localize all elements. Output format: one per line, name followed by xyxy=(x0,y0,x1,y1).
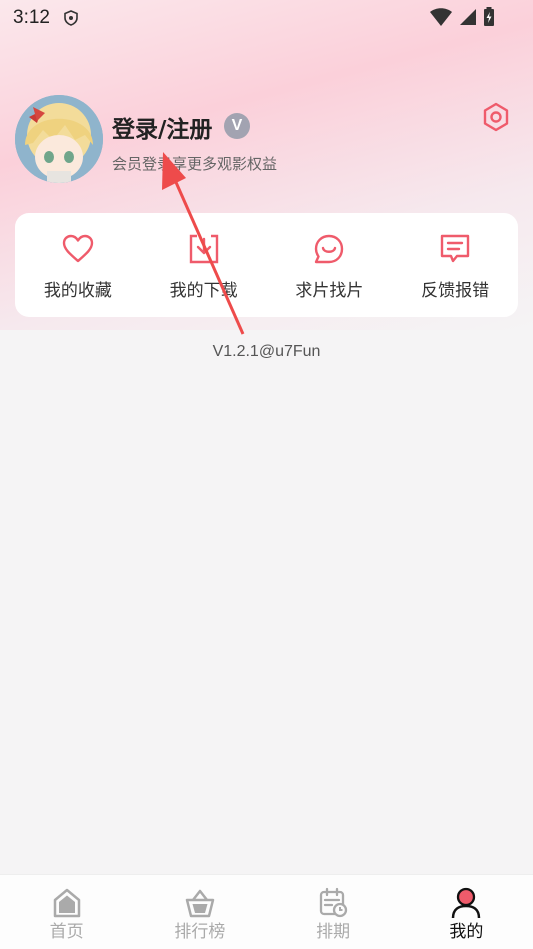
nav-home-label: 首页 xyxy=(49,922,84,942)
status-bar: 3:12 xyxy=(0,0,533,36)
bottom-nav: 首页 排行榜 排期 我的 xyxy=(0,874,533,949)
smile-chat-icon xyxy=(315,234,344,264)
status-icons xyxy=(429,7,495,27)
nav-home[interactable]: 首页 xyxy=(0,875,133,949)
avatar[interactable] xyxy=(15,95,103,183)
favorites-label: 我的收藏 xyxy=(43,281,112,301)
nav-ranking-label: 排行榜 xyxy=(174,922,226,942)
request-movie-button[interactable]: 求片找片 xyxy=(267,213,393,317)
version-text: V1.2.1@u7Fun xyxy=(212,343,321,360)
nav-schedule-label: 排期 xyxy=(316,922,351,942)
feedback-icon xyxy=(440,234,470,263)
favorites-button[interactable]: 我的收藏 xyxy=(15,213,141,317)
signal-icon xyxy=(460,9,476,25)
feedback-button[interactable]: 反馈报错 xyxy=(392,213,518,317)
battery-icon xyxy=(484,7,494,26)
vip-badge: V xyxy=(224,113,250,139)
nav-ranking[interactable]: 排行榜 xyxy=(133,875,266,949)
login-subtitle: 会员登录享更多观影权益 xyxy=(112,155,278,173)
downloads-label: 我的下载 xyxy=(169,281,238,301)
calendar-icon xyxy=(319,887,348,918)
feedback-label: 反馈报错 xyxy=(421,281,490,301)
profile-header[interactable]: 登录/注册 V 会员登录享更多观影权益 xyxy=(0,90,533,190)
request-movie-label: 求片找片 xyxy=(295,281,364,301)
nav-schedule[interactable]: 排期 xyxy=(267,875,400,949)
wifi-icon xyxy=(430,8,452,26)
heart-icon xyxy=(62,234,94,263)
status-time: 3:12 xyxy=(13,7,50,28)
anime-avatar-image xyxy=(15,95,103,183)
user-icon xyxy=(452,887,481,919)
home-icon xyxy=(53,888,80,918)
quick-actions-card: 我的收藏 我的下载 求片找片 反馈报错 xyxy=(15,213,518,317)
login-register-title[interactable]: 登录/注册 xyxy=(112,110,212,144)
settings-icon[interactable] xyxy=(482,102,510,132)
nav-mine-label: 我的 xyxy=(449,922,484,942)
download-icon xyxy=(189,234,218,264)
shield-icon xyxy=(64,10,78,26)
nav-mine[interactable]: 我的 xyxy=(400,875,533,949)
basket-icon xyxy=(185,889,215,918)
downloads-button[interactable]: 我的下载 xyxy=(141,213,267,317)
